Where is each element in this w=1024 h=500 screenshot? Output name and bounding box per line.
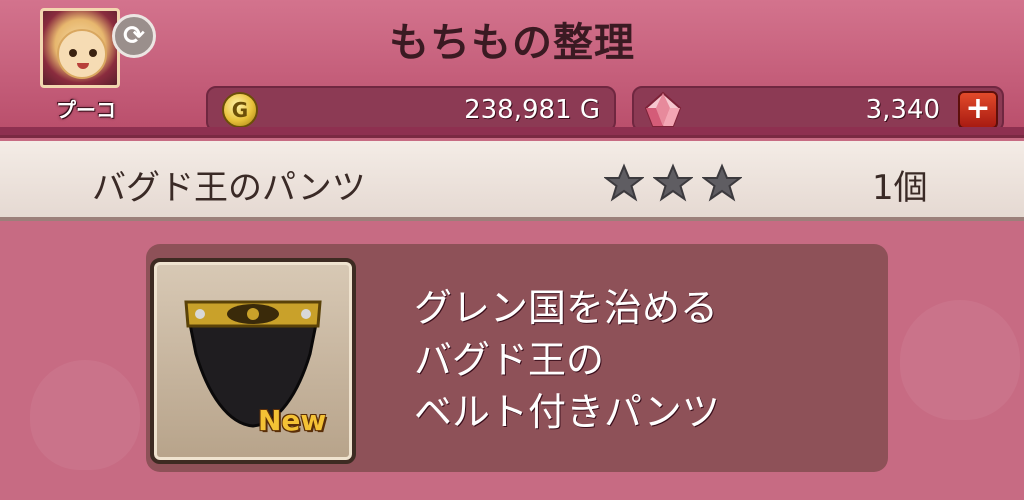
item-image-frame[interactable]: New xyxy=(150,258,356,464)
gold-coin-icon: G xyxy=(222,92,258,128)
item-name: バグド王のパンツ xyxy=(92,168,366,208)
new-badge: New xyxy=(258,404,327,437)
gem-counter: 3,340 + xyxy=(632,86,1004,132)
description-line: バグド王の xyxy=(414,338,605,382)
background-slime-shape xyxy=(900,300,1020,420)
star-icon xyxy=(653,163,694,202)
header-bar: もちもの整理 ⟳ プーコ G 238,981 G 3,340 + xyxy=(0,0,1024,138)
gold-value: 238,981 G xyxy=(464,95,600,125)
background-slime-shape xyxy=(30,360,140,470)
add-gems-button[interactable]: + xyxy=(958,91,998,129)
description-line: グレン国を治める xyxy=(414,286,719,330)
item-description: グレン国を治める バグド王の ベルト付きパンツ xyxy=(414,282,874,438)
gold-counter: G 238,981 G xyxy=(206,86,616,132)
gem-icon xyxy=(644,91,682,127)
avatar-face xyxy=(57,29,107,79)
avatar-eye xyxy=(69,49,77,57)
gem-value: 3,340 xyxy=(865,95,940,125)
player-avatar[interactable] xyxy=(40,8,120,88)
avatar-eye xyxy=(89,49,97,57)
description-line: ベルト付きパンツ xyxy=(414,390,720,434)
star-icon xyxy=(702,163,743,202)
item-row: バグド王のパンツ 1個 xyxy=(0,141,1024,221)
item-count: 1個 xyxy=(872,168,928,208)
avatar-mouth xyxy=(77,63,89,69)
player-name: プーコ xyxy=(56,98,116,122)
star-icon xyxy=(604,163,644,202)
rarity-stars xyxy=(604,163,746,203)
refresh-icon[interactable]: ⟳ xyxy=(112,14,156,58)
